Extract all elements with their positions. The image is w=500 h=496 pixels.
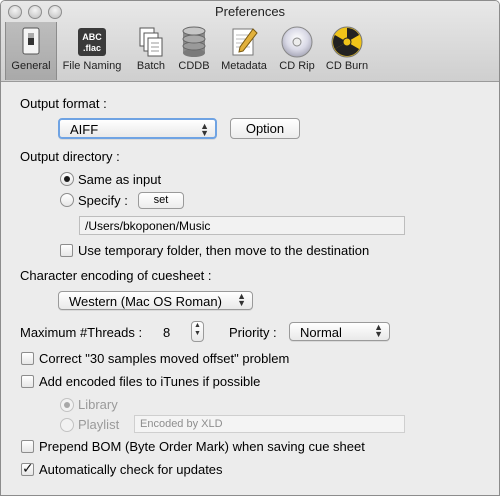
correct-offset-label: Correct "30 samples moved offset" proble… (39, 351, 290, 366)
max-threads-value: 8 (163, 325, 171, 340)
abc-icon-text: ABC (82, 32, 102, 42)
tab-cddb[interactable]: CDDB (174, 23, 214, 75)
tab-cd-rip[interactable]: CD Rip (275, 23, 319, 75)
tab-cddb-label: CDDB (178, 60, 210, 72)
tab-metadata-label: Metadata (221, 60, 267, 72)
database-icon (182, 26, 206, 57)
cd-disc-icon (281, 26, 313, 58)
up-down-arrows-icon: ▲ ▼ (374, 322, 383, 339)
encoding-select[interactable]: Western (Mac OS Roman) ▲ ▼ (58, 291, 253, 310)
playlist-label: Playlist (78, 417, 120, 432)
use-temp-folder-checkbox[interactable] (60, 244, 73, 257)
output-directory-label: Output directory : (20, 149, 120, 164)
tab-cd-rip-label: CD Rip (279, 60, 315, 72)
radiation-disc-icon (331, 26, 363, 58)
specify-label: Specify : (78, 193, 128, 208)
correct-offset-checkbox[interactable] (21, 352, 34, 365)
preferences-window: Preferences General ABC .flac File Namin… (0, 0, 500, 496)
window-title: Preferences (214, 4, 286, 19)
tab-general-label: General (11, 60, 51, 72)
library-radio[interactable] (60, 398, 74, 412)
set-directory-button[interactable]: set (138, 192, 184, 209)
add-itunes-checkbox[interactable] (21, 375, 34, 388)
tab-file-naming-label: File Naming (62, 60, 122, 72)
tab-file-naming[interactable]: ABC .flac File Naming (59, 23, 125, 75)
output-format-label: Output format : (20, 96, 107, 111)
option-button[interactable]: Option (230, 118, 300, 139)
auto-update-label: Automatically check for updates (39, 462, 223, 477)
output-path-value: /Users/bkoponen/Music (85, 219, 211, 233)
tab-batch-label: Batch (136, 60, 166, 72)
switch-icon (22, 27, 40, 55)
title-toolbar: Preferences General ABC .flac File Namin… (1, 1, 499, 82)
auto-update-checkbox[interactable] (21, 460, 34, 477)
abc-flac-icon: ABC .flac (78, 28, 106, 56)
same-as-input-radio[interactable] (60, 172, 74, 186)
documents-stack-icon (139, 27, 163, 57)
prepend-bom-label: Prepend BOM (Byte Order Mark) when savin… (39, 439, 365, 454)
tab-cd-burn-label: CD Burn (325, 60, 369, 72)
tab-batch[interactable]: Batch (131, 23, 171, 75)
prepend-bom-checkbox[interactable] (21, 440, 34, 453)
playlist-name-placeholder: Encoded by XLD (140, 418, 223, 430)
max-threads-label: Maximum #Threads : (20, 325, 143, 340)
threads-stepper[interactable]: ▲ ▼ (191, 321, 204, 342)
tab-cd-burn[interactable]: CD Burn (323, 23, 371, 75)
encoding-value: Western (Mac OS Roman) (69, 294, 222, 309)
flac-icon-text: .flac (83, 43, 101, 53)
playlist-name-field[interactable]: Encoded by XLD (134, 415, 405, 433)
output-format-select[interactable]: AIFF ▲ ▼ (58, 118, 217, 139)
output-path-field[interactable]: /Users/bkoponen/Music (79, 216, 405, 235)
pencil-paper-icon (232, 28, 258, 56)
same-as-input-label: Same as input (78, 172, 162, 187)
up-down-arrows-icon: ▲ ▼ (237, 291, 246, 308)
priority-label: Priority : (229, 325, 277, 340)
up-down-arrows-icon: ▲ ▼ (200, 121, 209, 138)
tab-metadata[interactable]: Metadata (217, 23, 271, 75)
library-label: Library (78, 397, 118, 412)
priority-value: Normal (300, 325, 342, 340)
use-temp-folder-label: Use temporary folder, then move to the d… (78, 243, 370, 258)
playlist-radio[interactable] (60, 418, 74, 432)
tab-general[interactable]: General (5, 22, 57, 80)
priority-select[interactable]: Normal ▲ ▼ (289, 322, 390, 341)
specify-radio[interactable] (60, 193, 74, 207)
encoding-label: Character encoding of cuesheet : (20, 268, 212, 283)
add-itunes-label: Add encoded files to iTunes if possible (39, 374, 261, 389)
output-format-value: AIFF (70, 122, 99, 137)
